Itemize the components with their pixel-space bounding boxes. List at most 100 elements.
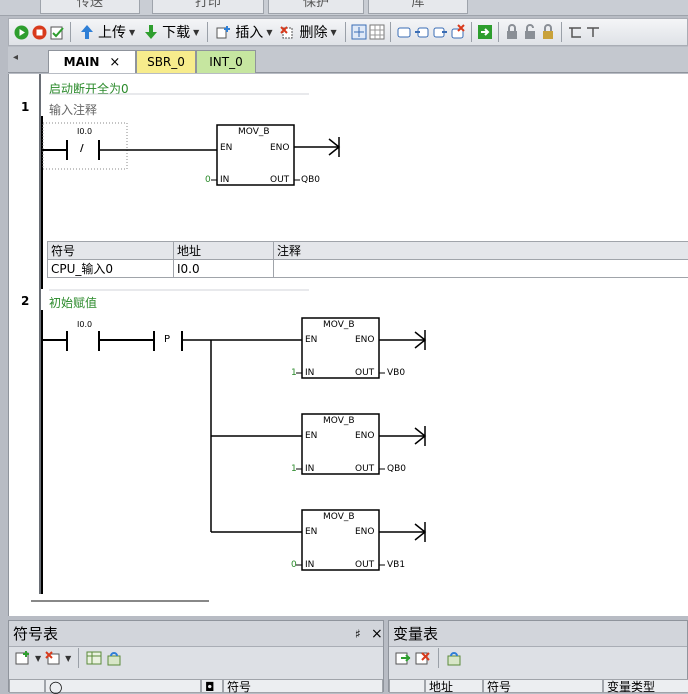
branch-down-icon[interactable] [585, 24, 601, 40]
network-symbol-table: 符号 地址 注释 CPU_输入0 I0.0 [47, 241, 688, 278]
box-in-value[interactable]: 0 [291, 560, 297, 570]
ribbon-tab-protect[interactable]: 保护 [268, 0, 364, 14]
chevron-down-icon[interactable]: ▼ [65, 654, 71, 663]
ribbon-tab-print[interactable]: 打印 [152, 0, 264, 14]
positive-edge-symbol[interactable]: P [164, 334, 170, 345]
tab-main-label: MAIN [64, 55, 100, 69]
ladder-editor: 启动断开全为0 1 输入注释 [8, 74, 688, 616]
protect-icon[interactable] [540, 24, 556, 40]
ribbon-tab-transfer[interactable]: 传送 [40, 0, 140, 14]
network-icon[interactable] [351, 24, 367, 40]
close-icon[interactable]: × [371, 621, 383, 647]
run-icon[interactable] [13, 24, 29, 40]
stop-icon[interactable] [31, 24, 47, 40]
box-in-pin: IN [305, 560, 314, 570]
box-eno-pin: ENO [355, 527, 375, 537]
add-row-icon[interactable] [15, 650, 31, 666]
insert-label: 插入 [235, 22, 263, 42]
box-eno-pin: ENO [355, 335, 375, 345]
upload-button[interactable]: 上传 ▼ [76, 21, 138, 43]
column-header-symbol: 符号 [223, 679, 383, 693]
box-en-pin: EN [220, 143, 232, 153]
refresh-icon[interactable] [106, 650, 122, 666]
box-out-pin: OUT [355, 560, 374, 570]
box-en-pin: EN [305, 527, 317, 537]
chevron-down-icon[interactable]: ▼ [35, 654, 41, 663]
box-out-value[interactable]: QB0 [301, 175, 320, 185]
lock-icon[interactable] [504, 24, 520, 40]
tab-main[interactable]: MAIN × [48, 50, 136, 73]
rung-left-icon[interactable] [414, 24, 430, 40]
tab-sbr0[interactable]: SBR_0 [136, 50, 196, 73]
network-comment[interactable]: 初始赋值 [49, 294, 97, 311]
box-in-pin: IN [305, 464, 314, 474]
chevron-down-icon: ▼ [266, 28, 272, 37]
box-en-pin: EN [305, 431, 317, 441]
box-title: MOV_B [238, 127, 270, 137]
chevron-down-icon: ▼ [193, 28, 199, 37]
tab-close-icon[interactable]: × [109, 55, 120, 70]
download-button[interactable]: 下载 ▼ [140, 21, 202, 43]
scroll-left-icon[interactable]: ◂ [13, 52, 18, 63]
refresh-icon[interactable] [446, 650, 462, 666]
column-header-address: 地址 [425, 679, 483, 693]
insert-button[interactable]: 插入 ▼ [213, 21, 275, 43]
rung-right-icon[interactable] [432, 24, 448, 40]
panel-toolbar: ▼ ▼ [9, 647, 383, 669]
panel-title-bar: 符号表 ♯ × [9, 621, 383, 647]
ladder-diagram [9, 74, 688, 614]
column-header-symbol: 符号 [48, 242, 174, 260]
row-select-header [389, 679, 425, 693]
compile-icon[interactable] [49, 24, 65, 40]
toolbar-separator [471, 22, 472, 42]
delete-icon [280, 24, 296, 40]
delete-row-icon[interactable] [45, 650, 61, 666]
box-out-pin: OUT [270, 175, 289, 185]
symbol-flag-header: ◘ [201, 679, 223, 693]
remove-rung-icon[interactable] [450, 24, 466, 40]
insert-icon [216, 24, 232, 40]
editor-toolbar: 上传 ▼ 下载 ▼ 插入 ▼ 删除 ▼ [8, 18, 688, 46]
up-arrow-icon [79, 24, 95, 40]
panel-title-bar: 变量表 [389, 621, 687, 647]
column-header-symbol: 符号 [483, 679, 603, 693]
status-column-header: ◯ [45, 679, 201, 693]
download-label: 下载 [162, 22, 190, 42]
ribbon-tab-library[interactable]: 库 [368, 0, 468, 14]
panel-title: 符号表 [13, 625, 58, 643]
contact-address[interactable]: I0.0 [77, 320, 92, 329]
box-out-value[interactable]: VB0 [387, 368, 405, 378]
box-out-value[interactable]: VB1 [387, 560, 405, 570]
chevron-down-icon: ▼ [129, 28, 135, 37]
goto-icon[interactable] [477, 24, 493, 40]
unlock-icon[interactable] [522, 24, 538, 40]
box-en-pin: EN [305, 335, 317, 345]
toolbar-separator [207, 22, 208, 42]
grid-icon[interactable] [369, 24, 385, 40]
tab-int0[interactable]: INT_0 [196, 50, 256, 73]
pin-icon[interactable]: ♯ [355, 621, 361, 647]
ribbon-strip: 传送 打印 保护 库 [0, 0, 688, 16]
box-out-value[interactable]: QB0 [387, 464, 406, 474]
symbol-cell: CPU_输入0 [48, 260, 174, 278]
comment-cell [274, 260, 688, 278]
delete-label: 删除 [299, 22, 327, 42]
insert-row-icon[interactable] [395, 650, 411, 666]
pou-tab-bar: ◂ MAIN × SBR_0 INT_0 [8, 47, 688, 73]
box-in-value[interactable]: 0 [205, 175, 211, 185]
box-in-value[interactable]: 1 [291, 368, 297, 378]
delete-button[interactable]: 删除 ▼ [277, 21, 339, 43]
branch-icon[interactable] [567, 24, 583, 40]
address-cell: I0.0 [174, 260, 274, 278]
table-icon[interactable] [86, 650, 102, 666]
box-icon[interactable] [396, 24, 412, 40]
down-arrow-icon [143, 24, 159, 40]
contact-address[interactable]: I0.0 [77, 127, 92, 136]
column-header-var-type: 变量类型 [603, 679, 688, 693]
delete-row-icon[interactable] [415, 650, 431, 666]
box-eno-pin: ENO [355, 431, 375, 441]
box-in-pin: IN [220, 175, 229, 185]
box-in-value[interactable]: 1 [291, 464, 297, 474]
toolbar-separator [345, 22, 346, 42]
table-row[interactable]: CPU_输入0 I0.0 [48, 260, 688, 278]
